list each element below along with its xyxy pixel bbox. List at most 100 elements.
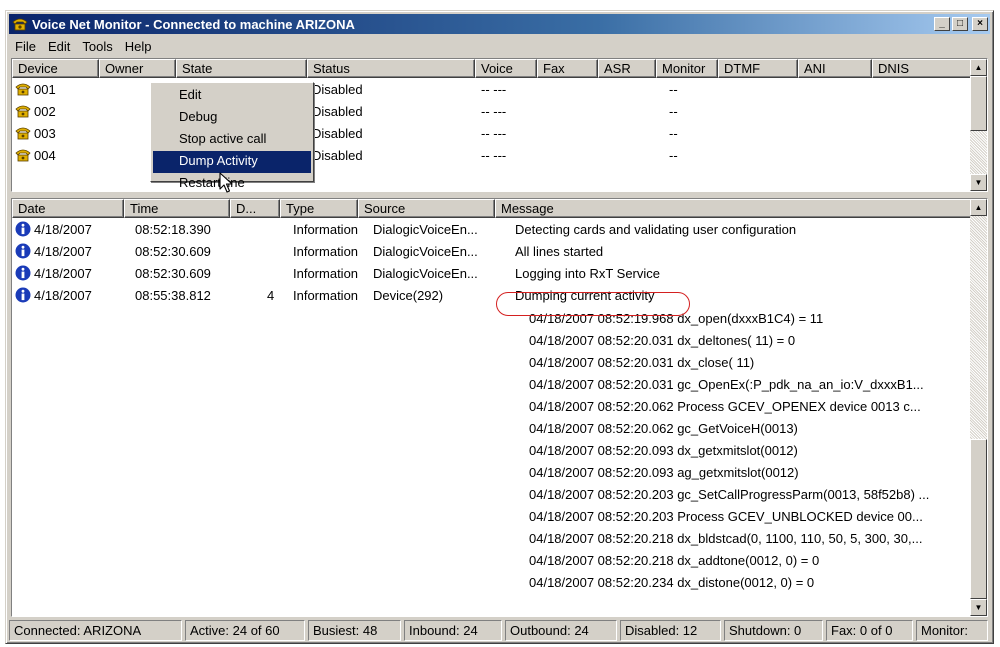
device-list-header: Device Owner State Status Voice Fax ASR … (12, 59, 972, 78)
device-monitor: -- (669, 82, 678, 97)
log-detail-line: 04/18/2007 08:52:20.031 dx_close( 11) (12, 352, 987, 374)
column-header-fax[interactable]: Fax (537, 59, 598, 78)
log-detail-text: 04/18/2007 08:52:20.031 gc_OpenEx(:P_pdk… (529, 377, 924, 392)
menu-edit[interactable]: Edit (42, 39, 76, 54)
status-inbound: Inbound: 24 (404, 620, 502, 641)
scroll-down-button[interactable]: ▼ (970, 599, 987, 616)
log-detail-line: 04/18/2007 08:52:20.062 Process GCEV_OPE… (12, 396, 987, 418)
menu-bar: File Edit Tools Help (9, 36, 990, 56)
phone-icon (15, 105, 31, 118)
log-detail-line: 04/18/2007 08:52:20.234 dx_distone(0012,… (12, 572, 987, 594)
menu-item-label: Stop active call (179, 131, 267, 146)
log-detail-line: 04/18/2007 08:52:20.203 gc_SetCallProgre… (12, 484, 987, 506)
menu-item-dump-activity[interactable]: Dump Activity (153, 151, 311, 173)
column-header-state[interactable]: State (176, 59, 307, 78)
phone-icon (15, 149, 31, 162)
menu-item-label: Restart line (179, 175, 245, 190)
minimize-button[interactable]: _ (934, 17, 950, 31)
log-row[interactable]: 4/18/2007 08:52:30.609 Information Dialo… (12, 241, 987, 263)
scroll-down-button[interactable]: ▼ (970, 174, 987, 191)
status-connected: Connected: ARIZONA (9, 620, 182, 641)
column-header-type[interactable]: Type (280, 199, 358, 218)
device-id: 004 (34, 148, 56, 163)
scroll-up-button[interactable]: ▲ (970, 59, 987, 76)
log-date: 4/18/2007 (34, 266, 92, 281)
window-title: Voice Net Monitor - Connected to machine… (32, 16, 355, 32)
status-disabled: Disabled: 12 (620, 620, 721, 641)
status-busiest: Busiest: 48 (308, 620, 401, 641)
info-icon (15, 287, 31, 303)
scroll-thumb[interactable] (970, 439, 987, 599)
log-detail-line: 04/18/2007 08:52:20.093 dx_getxmitslot(0… (12, 440, 987, 462)
log-detail-text: 04/18/2007 08:52:20.093 ag_getxmitslot(0… (529, 465, 799, 480)
menu-item-label: Edit (179, 87, 202, 102)
status-active: Active: 24 of 60 (185, 620, 305, 641)
column-header-time[interactable]: Time (124, 199, 230, 218)
log-date: 4/18/2007 (34, 222, 92, 237)
status-shutdown: Shutdown: 0 (724, 620, 823, 641)
device-list-scrollbar[interactable]: ▲ ▼ (970, 59, 987, 191)
status-fax: Fax: 0 of 0 (826, 620, 913, 641)
menu-item-stop-active-call[interactable]: Stop active call (153, 129, 311, 151)
title-bar[interactable]: Voice Net Monitor - Connected to machine… (9, 14, 990, 34)
column-header-message[interactable]: Message (495, 199, 972, 218)
log-detail-text: 04/18/2007 08:52:20.031 dx_close( 11) (529, 355, 755, 370)
log-date: 4/18/2007 (34, 288, 92, 303)
device-voice: -- --- (481, 126, 507, 141)
scroll-thumb[interactable] (970, 76, 987, 131)
log-type: Information (293, 266, 359, 281)
menu-item-edit[interactable]: Edit (153, 85, 311, 107)
menu-item-debug[interactable]: Debug (153, 107, 311, 129)
device-voice: -- --- (481, 104, 507, 119)
menu-file[interactable]: File (9, 39, 42, 54)
column-header-asr[interactable]: ASR (598, 59, 656, 78)
log-detail-line: 04/18/2007 08:52:20.218 dx_addtone(0012,… (12, 550, 987, 572)
column-header-owner[interactable]: Owner (99, 59, 176, 78)
maximize-button[interactable]: □ (952, 17, 968, 31)
info-icon (15, 265, 31, 281)
log-detail-text: 04/18/2007 08:52:20.062 gc_GetVoiceH(001… (529, 421, 798, 436)
log-type: Information (293, 222, 359, 237)
column-header-voice[interactable]: Voice (475, 59, 537, 78)
device-status: Disabled (312, 104, 363, 119)
log-row[interactable]: 4/18/2007 08:52:30.609 Information Dialo… (12, 263, 987, 285)
device-status: Disabled (312, 126, 363, 141)
log-source: DialogicVoiceEn... (373, 266, 478, 281)
menu-help[interactable]: Help (119, 39, 158, 54)
log-date: 4/18/2007 (34, 244, 92, 259)
menu-tools[interactable]: Tools (76, 39, 118, 54)
menu-item-label: Debug (179, 109, 218, 124)
context-menu: Edit Debug Stop active call Dump Activit… (150, 82, 314, 190)
log-detail-line: 04/18/2007 08:52:20.203 Process GCEV_UNB… (12, 506, 987, 528)
log-source: DialogicVoiceEn... (373, 244, 478, 259)
column-header-dtmf[interactable]: DTMF (718, 59, 798, 78)
device-voice: -- --- (481, 148, 507, 163)
status-monitor: Monitor: (916, 620, 988, 641)
column-header-source[interactable]: Source (358, 199, 495, 218)
column-header-d[interactable]: D... (230, 199, 280, 218)
event-log[interactable]: Date Time D... Type Source Message 4/18/… (11, 198, 988, 617)
log-detail-line: 04/18/2007 08:52:20.093 ag_getxmitslot(0… (12, 462, 987, 484)
device-status: Disabled (312, 82, 363, 97)
phone-icon (15, 127, 31, 140)
device-monitor: -- (669, 104, 678, 119)
close-button[interactable]: × (972, 17, 988, 31)
device-monitor: -- (669, 148, 678, 163)
event-log-scrollbar[interactable]: ▲ ▼ (970, 199, 987, 616)
phone-icon (15, 83, 31, 96)
scroll-up-button[interactable]: ▲ (970, 199, 987, 216)
column-header-date[interactable]: Date (12, 199, 124, 218)
log-detail-text: 04/18/2007 08:52:20.234 dx_distone(0012,… (529, 575, 815, 590)
log-row[interactable]: 4/18/2007 08:52:18.390 Information Dialo… (12, 219, 987, 241)
status-outbound: Outbound: 24 (505, 620, 617, 641)
column-header-device[interactable]: Device (12, 59, 99, 78)
menu-item-label: Dump Activity (179, 153, 258, 168)
device-id: 001 (34, 82, 56, 97)
column-header-dnis[interactable]: DNIS (872, 59, 972, 78)
device-id: 003 (34, 126, 56, 141)
column-header-status[interactable]: Status (307, 59, 475, 78)
log-detail-text: 04/18/2007 08:52:20.062 Process GCEV_OPE… (529, 399, 921, 414)
column-header-monitor[interactable]: Monitor (656, 59, 718, 78)
column-header-ani[interactable]: ANI (798, 59, 872, 78)
device-id: 002 (34, 104, 56, 119)
